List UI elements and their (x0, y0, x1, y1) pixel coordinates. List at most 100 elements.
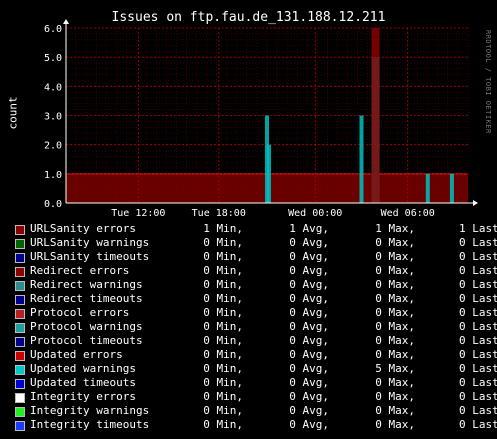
legend-avg: 0 Avg, (289, 362, 329, 375)
legend-max: 0 Max, (375, 306, 415, 319)
legend-max: 0 Max, (375, 320, 415, 333)
legend-label: URLSanity errors (30, 222, 136, 235)
legend-swatch (15, 421, 25, 431)
legend-swatch (15, 281, 25, 291)
legend-min: 0 Min, (203, 264, 243, 277)
legend-last: 0 Last (459, 348, 497, 361)
y-tick-label: 2.0 (44, 141, 62, 152)
chart-plot: 0.0 1.0 2.0 3.0 4.0 5.0 6.0 Tue 12:00 Tue 18:00 W… (44, 19, 478, 219)
legend-label: Updated errors (30, 348, 123, 361)
series-spike-updated-errors (371, 28, 376, 203)
legend-row: Integrity errors 0 Min, 0 Avg, 0 Max, 0 Last (15, 390, 497, 404)
legend-row: Protocol warnings 0 Min, 0 Avg, 0 Max, 0 Las… (15, 320, 497, 334)
legend-swatch (15, 351, 25, 361)
legend-avg: 0 Avg, (289, 278, 329, 291)
legend-avg: 0 Avg, (289, 418, 329, 431)
legend-last: 0 Last (459, 250, 497, 263)
legend-label: Updated timeouts (30, 376, 136, 389)
legend-row: Protocol errors 0 Min, 0 Avg, 0 Max, 0 Last (15, 306, 497, 320)
legend-max: 0 Max, (375, 334, 415, 347)
legend-avg: 0 Avg, (289, 236, 329, 249)
legend-last: 0 Last (459, 236, 497, 249)
legend-max: 0 Max, (375, 404, 415, 417)
legend-swatch (15, 225, 25, 235)
legend-max: 0 Max, (375, 250, 415, 263)
series-spike-updated-warnings (449, 173, 454, 203)
legend-min: 0 Min, (203, 362, 243, 375)
series-spike-updated-errors (375, 28, 380, 203)
legend-last: 0 Last (459, 404, 497, 417)
y-tick-label: 1.0 (44, 170, 62, 181)
legend-max: 5 Max, (375, 362, 415, 375)
y-tick-label: 0.0 (44, 199, 62, 210)
legend-row: Updated timeouts 0 Min, 0 Avg, 0 Max, 0 Last (15, 376, 497, 390)
legend-avg: 0 Avg, (289, 334, 329, 347)
legend-swatch (15, 239, 25, 249)
x-tick-label: Wed 00:00 (288, 208, 342, 219)
y-tick-label: 5.0 (44, 53, 62, 64)
x-tick-label: Wed 06:00 (381, 208, 435, 219)
legend-swatch (15, 337, 25, 347)
legend-avg: 0 Avg, (289, 390, 329, 403)
x-tick-label: Tue 18:00 (192, 208, 246, 219)
legend-label: URLSanity timeouts (30, 250, 150, 263)
legend-max: 0 Max, (375, 390, 415, 403)
legend-label: Integrity errors (30, 390, 136, 403)
legend-min: 0 Min, (203, 306, 243, 319)
legend-last: 0 Last (459, 306, 497, 319)
legend-max: 0 Max, (375, 264, 415, 277)
y-axis-arrow (63, 19, 69, 24)
legend-min: 0 Min, (203, 292, 243, 305)
legend-label: Redirect timeouts (30, 292, 143, 305)
legend-swatch (15, 379, 25, 389)
legend-row: Integrity timeouts 0 Min, 0 Avg, 0 Max, 0 La… (15, 418, 497, 432)
legend-last: 0 Last (459, 334, 497, 347)
legend-last: 0 Last (459, 390, 497, 403)
legend-label: URLSanity warnings (30, 236, 150, 249)
legend-avg: 0 Avg, (289, 376, 329, 389)
legend-min: 0 Min, (203, 348, 243, 361)
legend-max: 0 Max, (375, 418, 415, 431)
y-tick-label: 4.0 (44, 82, 62, 93)
legend-label: Protocol warnings (30, 320, 143, 333)
y-tick-label: 6.0 (44, 24, 62, 35)
legend-last: 0 Last (459, 418, 497, 431)
legend-max: 0 Max, (375, 278, 415, 291)
series-spike-updated-warnings (267, 144, 272, 203)
legend-last: 0 Last (459, 278, 497, 291)
legend-swatch (15, 253, 25, 263)
legend-last: 1 Last (459, 222, 497, 235)
legend-max: 0 Max, (375, 292, 415, 305)
legend-last: 0 Last (459, 264, 497, 277)
legend-avg: 0 Avg, (289, 306, 329, 319)
legend-row: URLSanity errors 1 Min, 1 Avg, 1 Max, 1 Last (15, 222, 497, 236)
legend-min: 0 Min, (203, 250, 243, 263)
series-spike-updated-warnings (425, 173, 430, 203)
legend-max: 0 Max, (375, 376, 415, 389)
legend-row: Updated errors 0 Min, 0 Avg, 0 Max, 0 Last (15, 348, 497, 362)
legend: URLSanity errors 1 Min, 1 Avg, 1 Max, 1 Last… (15, 222, 497, 432)
legend-min: 0 Min, (203, 418, 243, 431)
legend-last: 0 Last (459, 320, 497, 333)
legend-label: Updated warnings (30, 362, 136, 375)
legend-row: URLSanity timeouts 0 Min, 0 Avg, 0 Max, 0 La… (15, 250, 497, 264)
legend-label: Integrity timeouts (30, 418, 150, 431)
legend-min: 0 Min, (203, 334, 243, 347)
legend-last: 0 Last (459, 362, 497, 375)
legend-swatch (15, 267, 25, 277)
legend-label: Redirect errors (30, 264, 130, 277)
legend-label: Protocol timeouts (30, 334, 143, 347)
x-axis-arrow (473, 200, 478, 206)
legend-swatch (15, 393, 25, 403)
legend-swatch (15, 309, 25, 319)
legend-min: 0 Min, (203, 320, 243, 333)
legend-avg: 0 Avg, (289, 320, 329, 333)
legend-max: 0 Max, (375, 348, 415, 361)
legend-row: Redirect warnings 0 Min, 0 Avg, 0 Max, 0 Las… (15, 278, 497, 292)
legend-row: Redirect errors 0 Min, 0 Avg, 0 Max, 0 Last (15, 264, 497, 278)
legend-avg: 1 Avg, (289, 222, 329, 235)
legend-max: 0 Max, (375, 236, 415, 249)
legend-min: 1 Min, (203, 222, 243, 235)
legend-row: Integrity warnings 0 Min, 0 Avg, 0 Max, 0 La… (15, 404, 497, 418)
legend-min: 0 Min, (203, 390, 243, 403)
